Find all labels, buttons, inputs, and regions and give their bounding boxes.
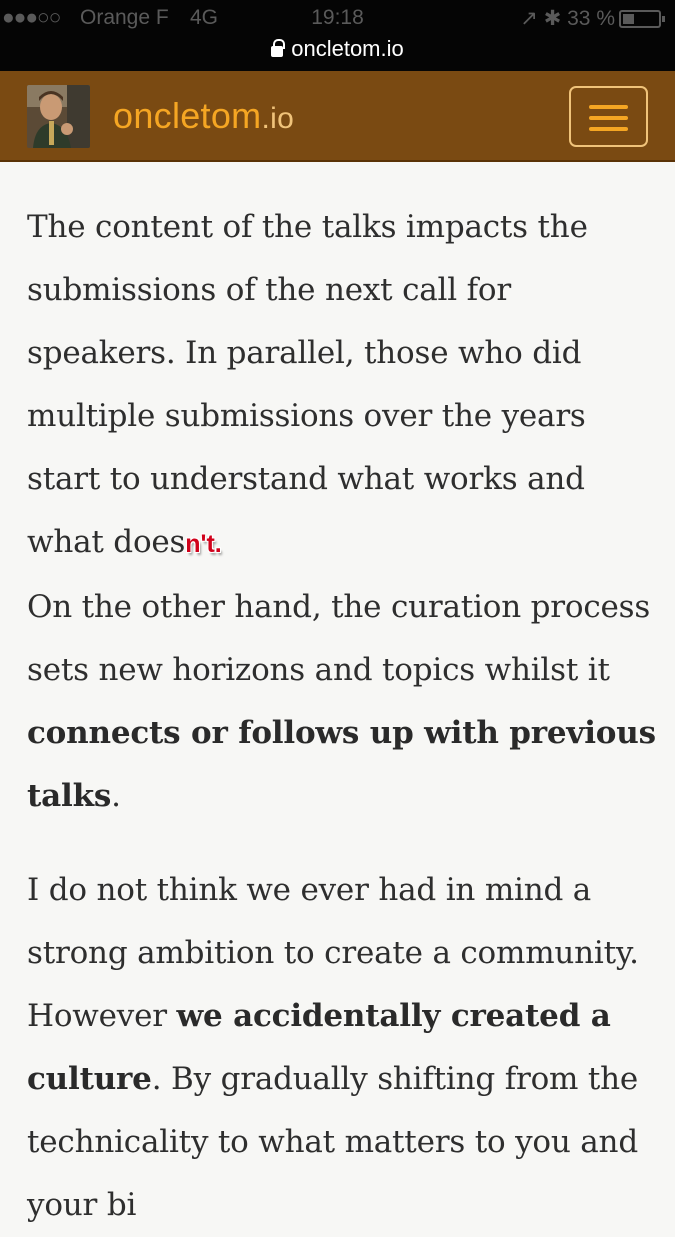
logo-tld: .io bbox=[261, 102, 295, 135]
article-body: The content of the talks impacts the sub… bbox=[27, 196, 657, 1237]
paragraph: I do not think we ever had in mind a str… bbox=[27, 872, 639, 1223]
hamburger-icon bbox=[589, 105, 628, 109]
sticker-text: n't. bbox=[185, 530, 222, 558]
menu-button[interactable] bbox=[569, 86, 648, 147]
logo-main: oncletom bbox=[113, 95, 262, 136]
lock-icon bbox=[271, 39, 286, 57]
bold-text: connects or follows up with previous tal… bbox=[27, 715, 656, 814]
author-avatar[interactable] bbox=[27, 85, 90, 148]
url-bar[interactable]: oncletom.io bbox=[0, 36, 675, 66]
battery-icon bbox=[619, 10, 665, 28]
ios-status-row: ●●●○○ Orange F 4G 19:18 ↗ ✱ 33 % bbox=[0, 6, 675, 32]
status-indicators: ↗ ✱ 33 % bbox=[520, 7, 615, 30]
url-domain: oncletom.io bbox=[291, 36, 404, 61]
browser-status-bar: ●●●○○ Orange F 4G 19:18 ↗ ✱ 33 % oncleto… bbox=[0, 0, 675, 71]
site-header: oncletom.io bbox=[0, 71, 675, 162]
site-logo[interactable]: oncletom.io bbox=[113, 95, 295, 136]
paragraph: The content of the talks impacts the sub… bbox=[27, 209, 656, 814]
